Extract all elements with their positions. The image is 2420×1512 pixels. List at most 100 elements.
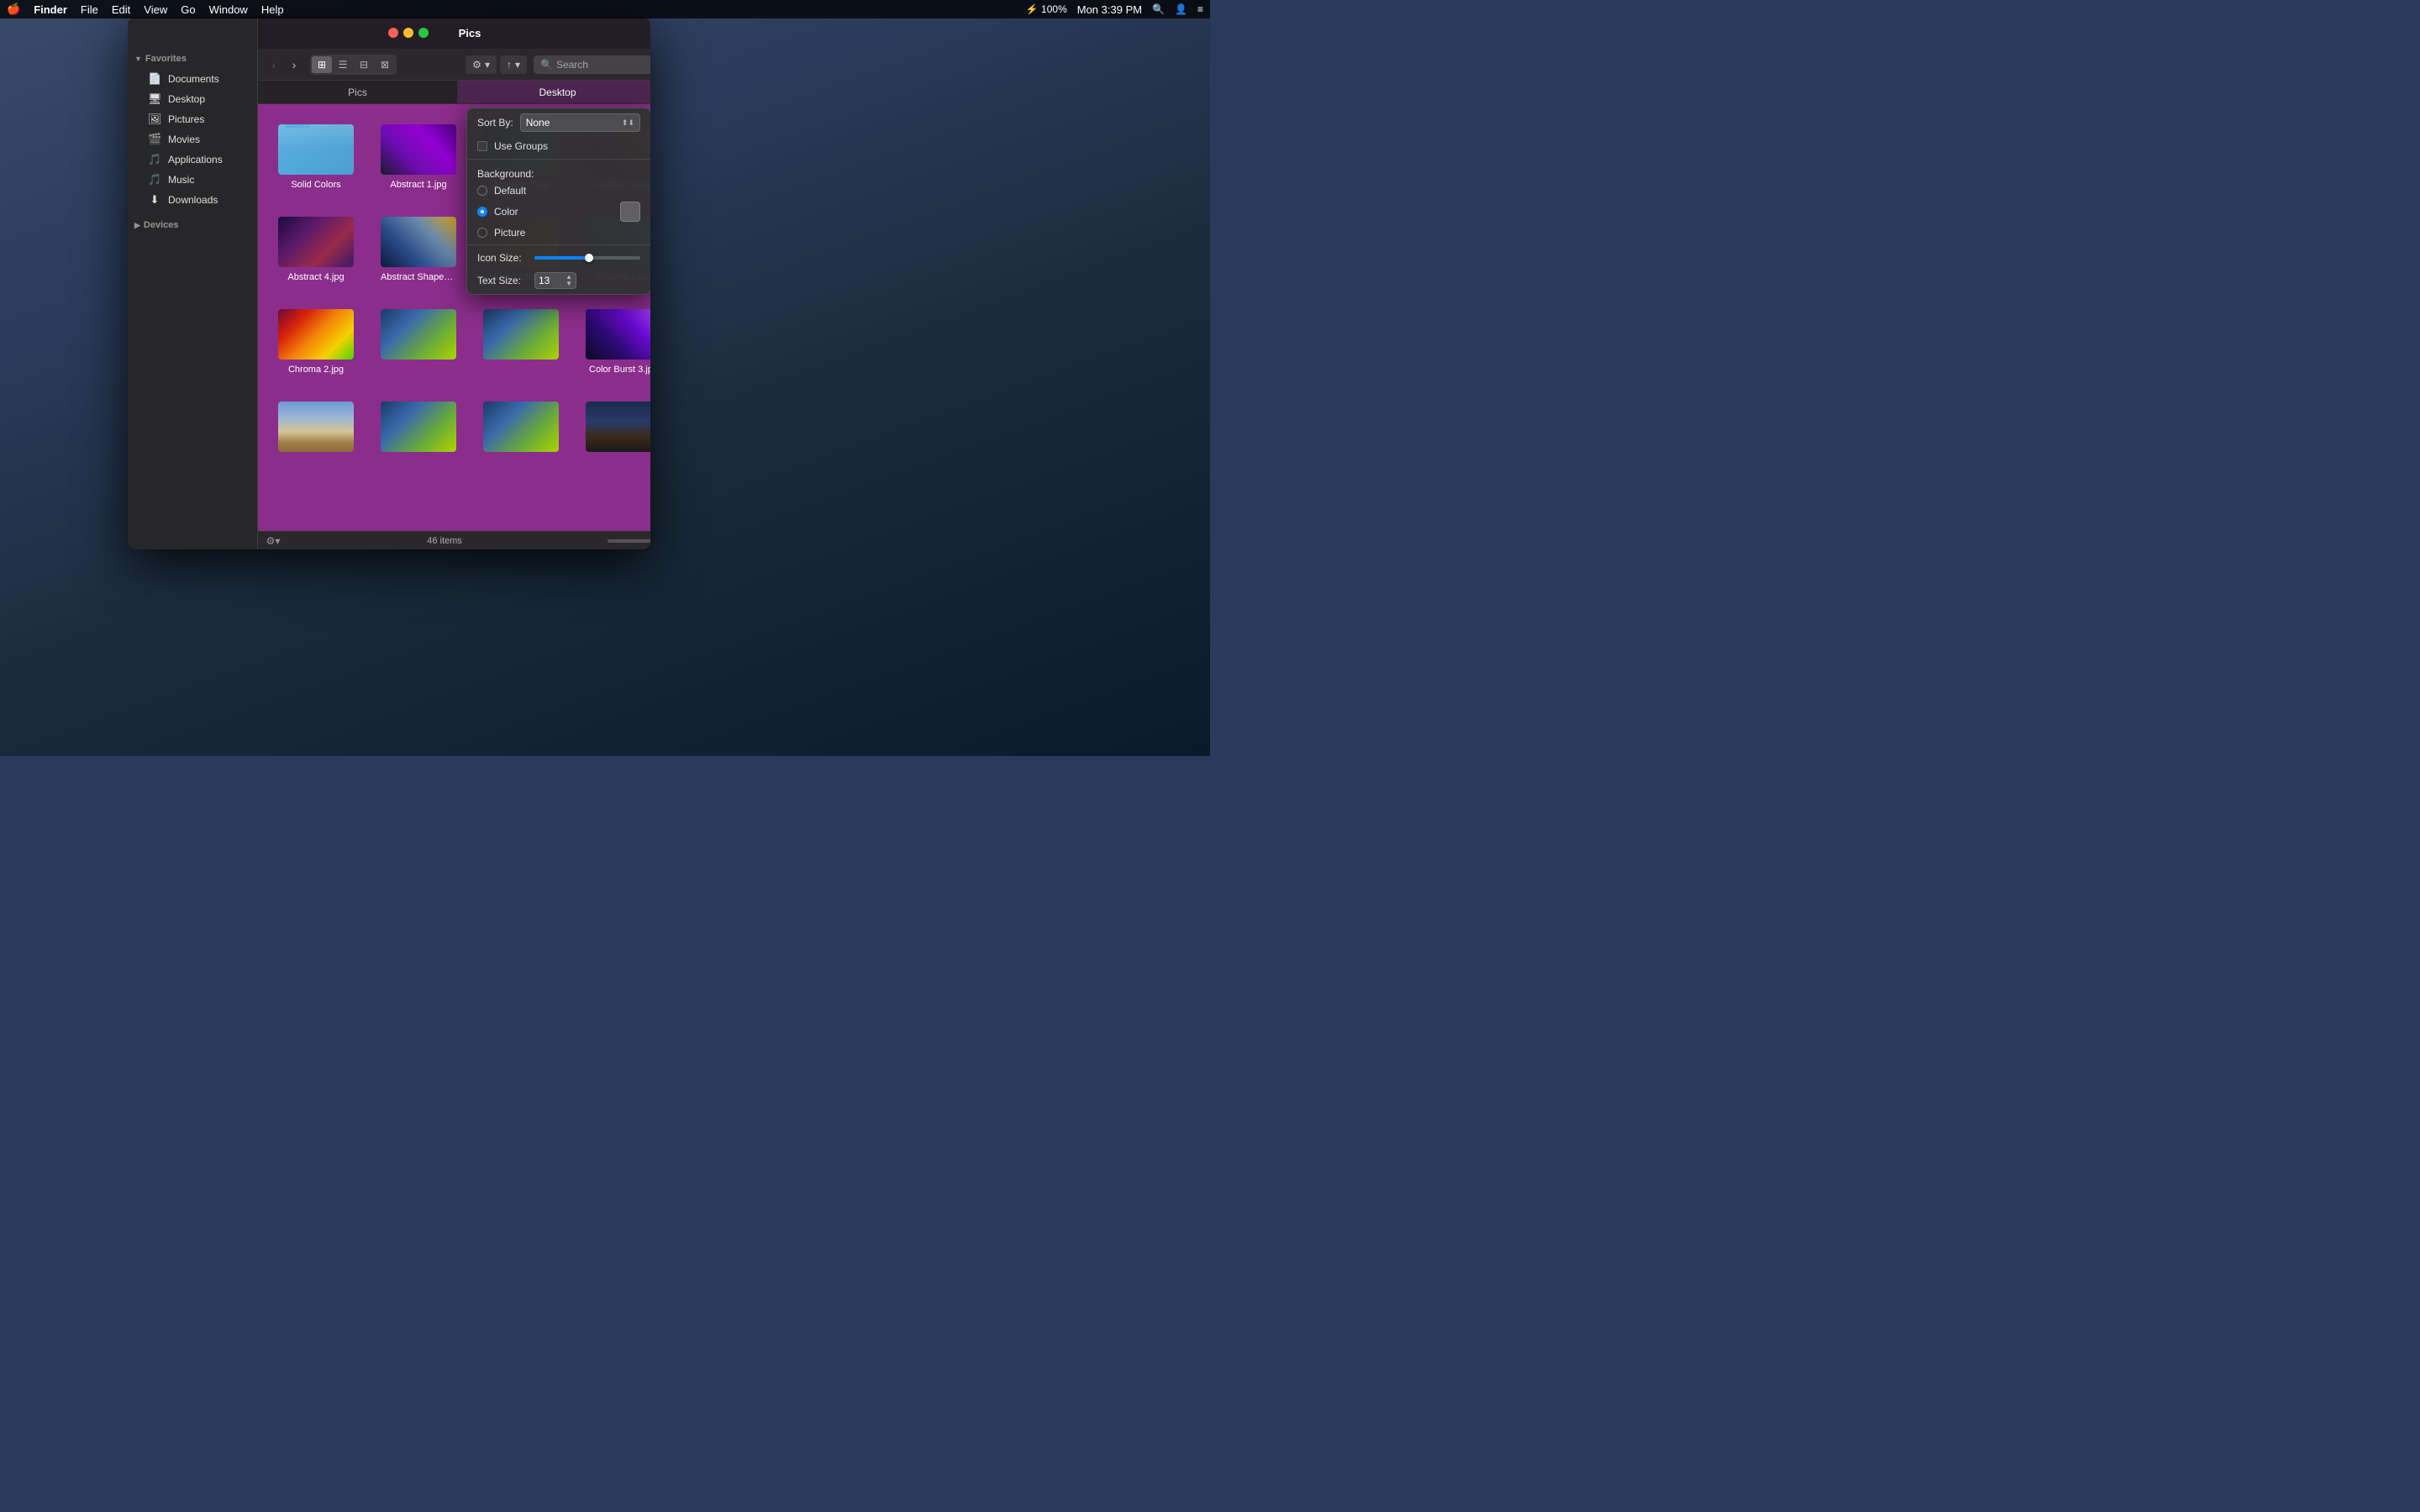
- bg-default-label: Default: [494, 185, 526, 197]
- tab-pics-label: Pics: [348, 87, 367, 98]
- bg-default-row[interactable]: Default: [467, 182, 650, 199]
- file-item-co[interactable]: [374, 302, 463, 381]
- sidebar-item-label: Applications: [168, 154, 223, 165]
- control-center-icon[interactable]: ≡: [1197, 3, 1203, 15]
- use-groups-row[interactable]: Use Groups: [467, 137, 650, 155]
- forward-button[interactable]: ›: [285, 55, 303, 74]
- file-item-partial2[interactable]: [476, 395, 566, 464]
- file-item-chroma2[interactable]: Chroma 2.jpg: [271, 302, 360, 381]
- file-item-abstract1[interactable]: Abstract 1.jpg: [374, 118, 463, 197]
- go-menu[interactable]: Go: [181, 3, 195, 16]
- sort-select[interactable]: None ⬆⬇: [520, 113, 640, 132]
- use-groups-checkbox[interactable]: [477, 141, 487, 151]
- items-count: 46 items: [285, 536, 604, 546]
- edit-menu[interactable]: Edit: [112, 3, 130, 16]
- sidebar-item-applications[interactable]: 🎵 Applications: [131, 150, 254, 169]
- menubar-time: Mon 3:39 PM: [1077, 3, 1142, 16]
- text-size-label: Text Size:: [477, 275, 528, 286]
- column-view-button[interactable]: ⊟: [354, 56, 374, 73]
- file-item-partial1[interactable]: [374, 395, 463, 464]
- icon-size-thumb[interactable]: [585, 254, 593, 262]
- sidebar-item-movies[interactable]: 🎬 Movies: [131, 130, 254, 149]
- sidebar-item-pictures[interactable]: 🖼 Pictures: [131, 110, 254, 129]
- help-menu[interactable]: Help: [261, 3, 284, 16]
- file-name: Abstract 4.jpg: [287, 272, 344, 282]
- status-action-button[interactable]: ⚙▾: [265, 533, 281, 549]
- desktop-icon: 🖥: [148, 92, 161, 106]
- tab-pics[interactable]: Pics: [258, 81, 458, 103]
- file-name: Color Burst 3.jpg: [589, 365, 650, 375]
- finder-window: ▼ Favorites 📄 Documents 🖥 Desktop 🖼 Pict…: [128, 17, 650, 549]
- icon-size-track[interactable]: [534, 256, 640, 260]
- share-chevron: ▾: [515, 59, 520, 71]
- search-icon: 🔍: [540, 59, 553, 71]
- sidebar-item-label: Downloads: [168, 194, 218, 206]
- image-thumb: [483, 309, 559, 360]
- zoom-slider[interactable]: [608, 539, 650, 543]
- finder-menu[interactable]: Finder: [34, 3, 67, 16]
- sort-select-arrow: ⬆⬇: [622, 118, 634, 128]
- file-name: Abstract 1.jpg: [390, 180, 446, 190]
- notification-icon[interactable]: 👤: [1175, 3, 1187, 15]
- window-menu[interactable]: Window: [209, 3, 248, 16]
- sidebar-item-music[interactable]: 🎵 Music: [131, 171, 254, 189]
- file-item-abstract4[interactable]: Abstract 4.jpg: [271, 210, 360, 289]
- file-item-abshapes2[interactable]: Abstract Shapes 2.jpg: [374, 210, 463, 289]
- file-item-hidden[interactable]: [476, 302, 566, 381]
- share-button[interactable]: ↑ ▾: [500, 55, 527, 74]
- image-thumb: [381, 124, 456, 175]
- text-size-down[interactable]: ▼: [566, 281, 572, 287]
- file-item-solid-colors[interactable]: Solid Colors: [271, 118, 360, 197]
- arrange-icon: ⚙: [472, 59, 481, 71]
- sidebar-item-label: Desktop: [168, 93, 205, 105]
- bg-color-row[interactable]: Color: [467, 199, 650, 224]
- sidebar-item-label: Documents: [168, 73, 219, 85]
- file-item-colorburst3[interactable]: Color Burst 3.jpg: [579, 302, 650, 381]
- sidebar-item-desktop[interactable]: 🖥 Desktop: [131, 90, 254, 108]
- share-icon: ↑: [507, 59, 512, 71]
- text-size-select[interactable]: 13 ▲ ▼: [534, 272, 576, 289]
- image-thumb: [586, 402, 650, 452]
- file-item-city[interactable]: [579, 395, 650, 464]
- sort-by-label: Sort By:: [477, 117, 513, 129]
- bg-picture-label: Picture: [494, 227, 525, 239]
- image-thumb: [483, 402, 559, 452]
- bg-color-radio[interactable]: [477, 207, 487, 217]
- icon-view-button[interactable]: ⊞: [312, 56, 332, 73]
- bg-picture-radio[interactable]: [477, 228, 487, 238]
- documents-icon: 📄: [148, 72, 161, 86]
- background-label: Background:: [467, 163, 650, 182]
- search-box[interactable]: 🔍 Search: [534, 55, 650, 74]
- devices-section[interactable]: ▶ Devices: [128, 217, 257, 234]
- sidebar-item-downloads[interactable]: ⬇ Downloads: [131, 191, 254, 209]
- text-size-stepper[interactable]: ▲ ▼: [566, 274, 572, 287]
- menubar: 🍎 Finder File Edit View Go Window Help ⚡…: [0, 0, 1210, 18]
- icon-size-label: Icon Size:: [477, 252, 528, 264]
- view-menu[interactable]: View: [144, 3, 167, 16]
- sidebar-item-label: Movies: [168, 134, 200, 145]
- music-icon: 🎵: [148, 173, 161, 186]
- sort-value: None: [526, 117, 550, 129]
- view-switcher: ⊞ ☰ ⊟ ⊠: [310, 55, 397, 75]
- icon-size-row: Icon Size:: [467, 249, 650, 267]
- toolbar: ‹ › ⊞ ☰ ⊟ ⊠ ⚙ ▾ ↑ ▾ 🔍: [258, 49, 650, 81]
- back-button[interactable]: ‹: [265, 55, 283, 74]
- list-view-button[interactable]: ☰: [333, 56, 353, 73]
- sidebar-item-documents[interactable]: 📄 Documents: [131, 70, 254, 88]
- apple-menu[interactable]: 🍎: [7, 3, 20, 16]
- arrange-button[interactable]: ⚙ ▾: [466, 55, 497, 74]
- bg-picture-row[interactable]: Picture: [467, 224, 650, 241]
- color-swatch[interactable]: [620, 202, 640, 222]
- tab-desktop[interactable]: Desktop: [458, 81, 650, 103]
- file-menu[interactable]: File: [81, 3, 98, 16]
- devices-label: Devices: [144, 220, 179, 230]
- minimize-button[interactable]: [403, 28, 413, 38]
- search-placeholder: Search: [556, 59, 588, 71]
- maximize-button[interactable]: [418, 28, 429, 38]
- file-item-landscape[interactable]: [271, 395, 360, 464]
- spotlight-icon[interactable]: 🔍: [1152, 3, 1165, 15]
- favorites-section[interactable]: ▼ Favorites: [128, 50, 257, 67]
- bg-default-radio[interactable]: [477, 186, 487, 196]
- cover-flow-button[interactable]: ⊠: [375, 56, 395, 73]
- close-button[interactable]: [388, 28, 398, 38]
